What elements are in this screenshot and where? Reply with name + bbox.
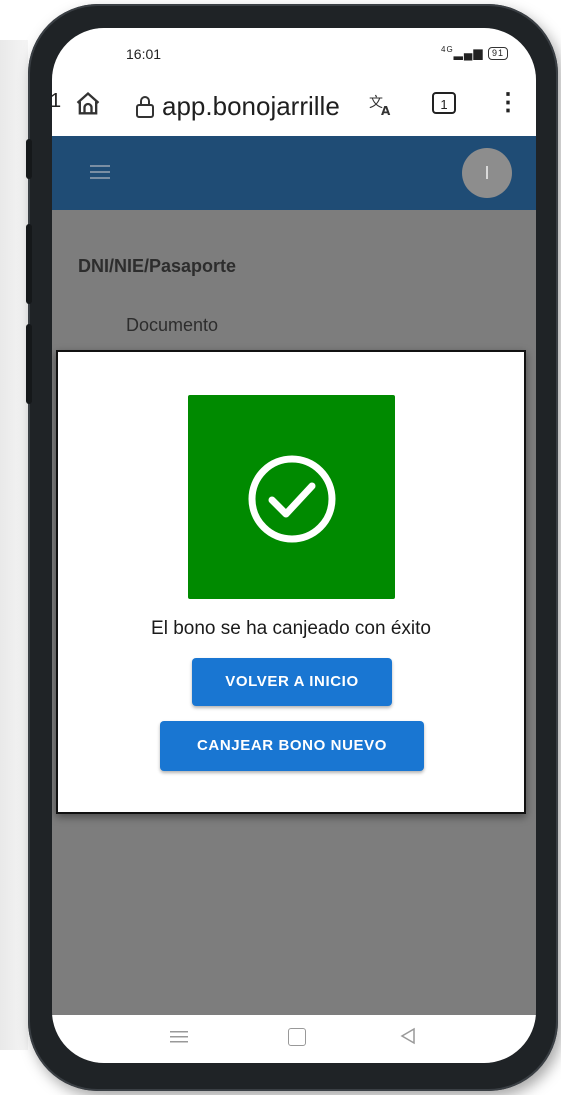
browser-url-bar: 1 app.bonojarrille 文 A 1 ⋮ — [52, 74, 536, 137]
side-button — [26, 139, 32, 179]
side-button — [26, 324, 32, 404]
nav-home-icon[interactable] — [288, 1028, 306, 1046]
status-bar: 16:01 4G▂▄▆ 91 — [52, 28, 536, 74]
success-banner — [188, 395, 395, 599]
url-text[interactable]: app.bonojarrille — [162, 91, 340, 122]
document-field-label: DNI/NIE/Pasaporte — [78, 256, 237, 276]
battery-icon: 91 — [487, 47, 508, 61]
signal-icon: 4G — [441, 45, 454, 54]
system-nav-bar — [52, 1015, 536, 1063]
document-input[interactable]: Documento — [126, 315, 218, 336]
background-shadow — [0, 40, 28, 1050]
nav-recents-icon[interactable] — [170, 1030, 188, 1044]
status-icons: 4G▂▄▆ 91 — [441, 45, 508, 61]
back-to-home-button[interactable]: VOLVER A INICIO — [192, 658, 392, 706]
url-bar-leading-char: 1 — [52, 90, 62, 112]
more-vert-icon[interactable]: ⋮ — [496, 88, 520, 117]
lock-icon[interactable] — [134, 95, 156, 119]
nav-back-icon[interactable] — [400, 1027, 416, 1045]
redeem-new-voucher-button[interactable]: CANJEAR BONO NUEVO — [160, 721, 424, 771]
side-button — [26, 224, 32, 304]
avatar[interactable]: I — [462, 148, 512, 198]
svg-text:A: A — [381, 104, 391, 118]
check-circle-icon — [248, 455, 336, 543]
signal-bars-icon: ▂▄▆ — [453, 46, 484, 60]
success-dialog: El bono se ha canjeado con éxito VOLVER … — [56, 350, 526, 814]
success-message: El bono se ha canjeado con éxito — [151, 618, 431, 639]
phone-screen: 16:01 4G▂▄▆ 91 1 app.bonojarrille 文 A 1 … — [52, 28, 536, 1063]
hamburger-menu-icon[interactable] — [90, 164, 110, 180]
translate-icon[interactable]: 文 A — [368, 90, 396, 118]
app-header: I — [52, 136, 536, 210]
status-time: 16:01 — [126, 46, 162, 62]
tabs-icon[interactable]: 1 — [432, 92, 456, 114]
home-icon[interactable] — [74, 90, 102, 118]
